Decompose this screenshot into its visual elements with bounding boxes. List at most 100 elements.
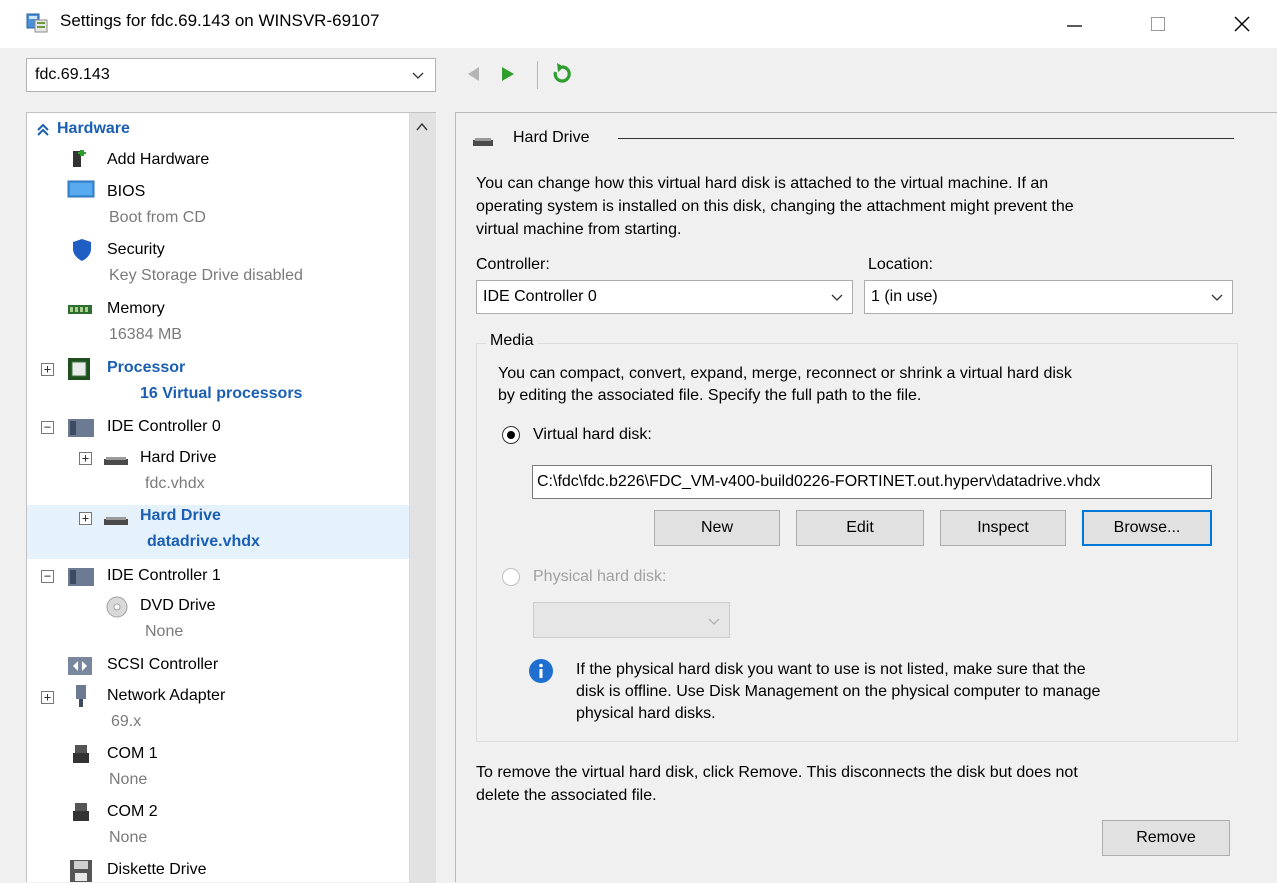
settings-app-icon — [26, 12, 48, 34]
toolbar-separator — [537, 61, 538, 89]
tree-item-com1[interactable]: COM 1 — [107, 745, 158, 763]
controller-value: IDE Controller 0 — [483, 288, 597, 305]
expand-hard-drive-2-toggle[interactable]: + — [79, 512, 92, 525]
physical-hard-disk-radio[interactable] — [502, 568, 520, 586]
tree-item-dvd-drive[interactable]: DVD Drive — [140, 597, 216, 615]
tree-item-bios[interactable]: BIOS — [107, 183, 145, 201]
media-group-label: Media — [486, 331, 538, 351]
hardware-tree: Hardware Add Hardware BIOS Boot from CD … — [26, 112, 436, 883]
remove-line-2: delete the associated file. — [476, 787, 657, 804]
section-title: Hard Drive — [513, 129, 590, 146]
intro-line-2: operating system is installed on this di… — [476, 198, 1074, 215]
location-dropdown[interactable]: 1 (in use) — [864, 280, 1233, 314]
close-icon — [1234, 16, 1250, 32]
vhd-path-value: C:\fdc\fdc.b226\FDC_VM-v400-build0226-FO… — [537, 473, 1101, 490]
tree-scrollbar[interactable] — [409, 113, 436, 883]
controller-dropdown[interactable]: IDE Controller 0 — [476, 280, 853, 314]
section-divider — [618, 138, 1234, 139]
chevron-down-icon — [708, 618, 720, 625]
diskette-icon — [70, 860, 92, 882]
expand-hard-drive-1-toggle[interactable]: + — [79, 452, 92, 465]
scsi-controller-icon — [68, 657, 92, 675]
tree-item-diskette-drive[interactable]: Diskette Drive — [107, 861, 207, 879]
edit-button[interactable]: Edit — [796, 510, 924, 546]
tree-item-hard-drive-1[interactable]: Hard Drive — [140, 449, 216, 467]
tree-item-memory[interactable]: Memory — [107, 300, 165, 318]
tree-item-hard-drive-2[interactable]: Hard Drive — [140, 507, 221, 525]
tree-item-dvd-drive-detail: None — [145, 623, 184, 640]
bios-icon — [67, 180, 95, 198]
tree-item-bios-detail: Boot from CD — [109, 209, 206, 226]
expand-network-toggle[interactable]: + — [41, 691, 54, 704]
window-title: Settings for fdc.69.143 on WINSVR-69107 — [60, 11, 380, 30]
new-button[interactable]: New — [654, 510, 780, 546]
info-line-1: If the physical hard disk you want to us… — [576, 661, 1086, 678]
hard-drive-icon — [104, 457, 128, 465]
tree-item-processor[interactable]: Processor — [107, 359, 185, 377]
next-button[interactable] — [501, 66, 515, 87]
tree-item-memory-detail: 16384 MB — [109, 326, 182, 343]
tree-item-add-hardware[interactable]: Add Hardware — [107, 151, 209, 169]
info-line-3: physical hard disks. — [576, 705, 716, 722]
tree-item-security[interactable]: Security — [107, 241, 165, 259]
com-port-icon — [73, 745, 89, 763]
tree-item-hard-drive-1-detail: fdc.vhdx — [145, 475, 205, 492]
location-value: 1 (in use) — [871, 288, 938, 305]
maximize-icon — [1151, 17, 1165, 31]
virtual-hard-disk-label[interactable]: Virtual hard disk: — [533, 425, 652, 445]
arrow-left-icon — [468, 67, 479, 81]
collapse-ide0-toggle[interactable]: − — [41, 421, 54, 434]
controller-icon — [68, 419, 94, 437]
shield-icon — [73, 239, 91, 261]
tree-item-ide-controller-1[interactable]: IDE Controller 1 — [107, 567, 221, 585]
vm-selector-value: fdc.69.143 — [35, 66, 110, 83]
browse-button[interactable]: Browse... — [1082, 510, 1212, 546]
expand-processor-toggle[interactable]: + — [41, 363, 54, 376]
location-label: Location: — [868, 256, 933, 273]
tree-item-processor-detail: 16 Virtual processors — [140, 385, 303, 402]
minimize-button[interactable] — [1044, 0, 1104, 48]
info-icon — [529, 659, 553, 683]
tree-item-com1-detail: None — [109, 771, 148, 788]
dvd-icon — [106, 596, 128, 618]
remove-line-1: To remove the virtual hard disk, click R… — [476, 764, 1078, 781]
collapse-ide1-toggle[interactable]: − — [41, 570, 54, 583]
physical-hard-disk-label[interactable]: Physical hard disk: — [533, 567, 666, 587]
tree-item-security-detail: Key Storage Drive disabled — [109, 267, 303, 284]
tree-item-com2[interactable]: COM 2 — [107, 803, 158, 821]
vhd-path-input[interactable]: C:\fdc\fdc.b226\FDC_VM-v400-build0226-FO… — [532, 465, 1212, 499]
scroll-up-icon[interactable] — [415, 121, 429, 133]
remove-button[interactable]: Remove — [1102, 820, 1230, 856]
network-adapter-icon — [76, 685, 86, 707]
collapse-section-icon[interactable] — [36, 123, 50, 137]
chevron-down-icon — [831, 294, 843, 301]
processor-icon — [68, 358, 90, 380]
minimize-icon — [1067, 25, 1082, 27]
hardware-section-header[interactable]: Hardware — [57, 120, 130, 138]
controller-icon — [68, 568, 94, 586]
controller-label: Controller: — [476, 256, 550, 273]
inspect-button[interactable]: Inspect — [940, 510, 1066, 546]
add-hardware-icon — [73, 150, 86, 167]
tree-item-hard-drive-2-detail: datadrive.vhdx — [147, 533, 260, 550]
refresh-button[interactable] — [551, 62, 573, 91]
chevron-down-icon — [412, 72, 424, 79]
intro-line-3: virtual machine from starting. — [476, 221, 682, 238]
arrow-right-icon — [502, 67, 514, 81]
tree-item-com2-detail: None — [109, 829, 148, 846]
close-button[interactable] — [1212, 0, 1272, 48]
virtual-hard-disk-radio[interactable] — [502, 426, 520, 444]
tree-item-network-adapter-detail: 69.x — [111, 713, 142, 730]
previous-button[interactable] — [466, 66, 480, 87]
maximize-button[interactable] — [1128, 0, 1188, 48]
vm-selector[interactable]: fdc.69.143 — [26, 58, 436, 92]
physical-disk-dropdown[interactable] — [533, 602, 730, 638]
tree-item-scsi-controller[interactable]: SCSI Controller — [107, 656, 218, 674]
refresh-icon — [553, 63, 571, 83]
hard-drive-icon — [104, 517, 128, 525]
media-line-2: by editing the associated file. Specify … — [498, 387, 922, 404]
tree-item-ide-controller-0[interactable]: IDE Controller 0 — [107, 418, 221, 436]
tree-item-network-adapter[interactable]: Network Adapter — [107, 687, 225, 705]
media-line-1: You can compact, convert, expand, merge,… — [498, 365, 1072, 382]
com-port-icon — [73, 803, 89, 821]
